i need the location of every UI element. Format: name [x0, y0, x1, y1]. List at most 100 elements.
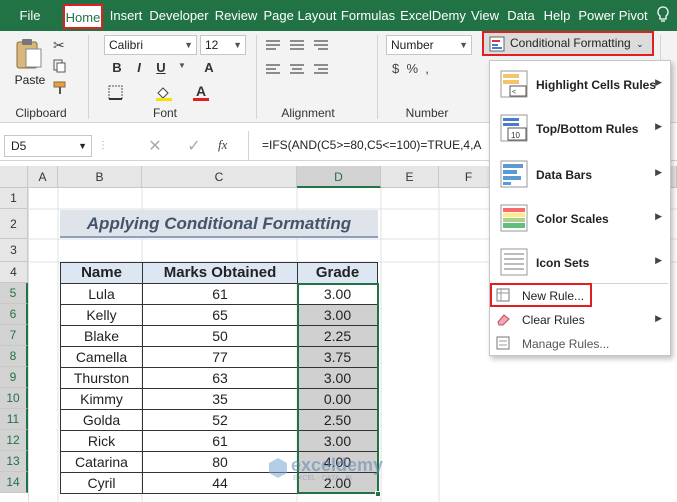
currency-percent-comma-icons[interactable]: $ % ,	[392, 61, 472, 79]
column-header-b[interactable]: B	[58, 166, 142, 188]
enter-icon[interactable]: ✓	[184, 136, 204, 156]
insert-function-icon[interactable]: fx	[218, 137, 238, 157]
row-header[interactable]: 9	[0, 367, 28, 388]
font-name-combo[interactable]: Calibri ▼	[104, 35, 197, 55]
menu-item-icon-sets[interactable]: Icon Sets ▶	[490, 241, 670, 283]
tab-home[interactable]: Home	[63, 4, 103, 29]
grade-cell[interactable]: 3.00	[297, 430, 378, 452]
paste-button[interactable]: Paste	[12, 73, 48, 87]
column-header-a[interactable]: A	[28, 166, 58, 188]
svg-text:<: <	[512, 89, 516, 96]
name-cell[interactable]: Blake	[60, 325, 143, 347]
tab-insert[interactable]: Insert	[107, 0, 145, 31]
tab-data[interactable]: Data	[505, 0, 537, 31]
row-header[interactable]: 10	[0, 388, 28, 409]
select-all-corner[interactable]	[0, 166, 28, 188]
marks-cell[interactable]: 63	[142, 367, 298, 389]
alignment-controls[interactable]	[262, 37, 362, 101]
row-header[interactable]: 5	[0, 283, 28, 304]
menu-label: Data Bars	[536, 168, 593, 182]
tab-exceldemy[interactable]: ExcelDemy	[400, 0, 466, 31]
menu-item-highlight-cells-rules[interactable]: < Highlight Cells Rules ▶	[490, 63, 670, 105]
chevron-down-icon: ⌄	[636, 39, 644, 49]
row-header[interactable]: 2	[0, 209, 28, 239]
tab-file[interactable]: File	[8, 0, 52, 31]
row-header[interactable]: 6	[0, 304, 28, 325]
grade-cell[interactable]: 3.75	[297, 346, 378, 368]
cut-icon[interactable]: ✂	[53, 37, 69, 53]
fill-handle[interactable]	[375, 491, 381, 497]
italic-button[interactable]: I	[130, 59, 148, 77]
marks-cell[interactable]: 35	[142, 388, 298, 410]
grade-cell[interactable]: 0.00	[297, 388, 378, 410]
tab-developer[interactable]: Developer	[149, 0, 209, 31]
number-format-combo[interactable]: Number ▼	[386, 35, 472, 55]
menu-item-new-rule[interactable]: New Rule...	[490, 283, 592, 307]
row-header[interactable]: 7	[0, 325, 28, 346]
borders-icon[interactable]	[108, 85, 128, 101]
grade-cell[interactable]: 2.50	[297, 409, 378, 431]
row-header[interactable]: 12	[0, 430, 28, 451]
grade-cell[interactable]: 2.25	[297, 325, 378, 347]
marks-cell[interactable]: 77	[142, 346, 298, 368]
copy-icon[interactable]	[53, 59, 69, 75]
menu-item-manage-rules[interactable]: Manage Rules...	[490, 333, 670, 355]
row-header[interactable]: 14	[0, 472, 28, 493]
name-cell[interactable]: Cyril	[60, 472, 143, 494]
name-cell[interactable]: Rick	[60, 430, 143, 452]
tab-help[interactable]: Help	[540, 0, 574, 31]
name-box[interactable]: D5 ▼	[4, 135, 92, 157]
column-header-d[interactable]: D	[297, 166, 381, 188]
grow-font-button[interactable]: A	[200, 59, 218, 77]
menu-item-data-bars[interactable]: Data Bars ▶	[490, 153, 670, 195]
name-cell[interactable]: Kelly	[60, 304, 143, 326]
marks-cell[interactable]: 52	[142, 409, 298, 431]
row-header[interactable]: 1	[0, 188, 28, 209]
format-painter-icon[interactable]	[53, 81, 69, 97]
name-cell[interactable]: Lula	[60, 283, 143, 305]
name-cell[interactable]: Thurston	[60, 367, 143, 389]
chevron-down-icon: ▼	[459, 40, 468, 50]
lightbulb-icon[interactable]	[652, 0, 674, 31]
name-cell[interactable]: Golda	[60, 409, 143, 431]
menu-label: Icon Sets	[536, 256, 590, 270]
row-header[interactable]: 8	[0, 346, 28, 367]
menu-item-top-bottom-rules[interactable]: 10 Top/Bottom Rules ▶	[490, 107, 670, 149]
row-header[interactable]: 4	[0, 262, 28, 283]
menu-item-color-scales[interactable]: Color Scales ▶	[490, 197, 670, 239]
row-header[interactable]: 11	[0, 409, 28, 430]
tab-formulas[interactable]: Formulas	[340, 0, 396, 31]
marks-cell[interactable]: 61	[142, 430, 298, 452]
font-size-combo[interactable]: 12 ▼	[200, 35, 246, 55]
formula-input[interactable]: =IFS(AND(C5>=80,C5<=100)=TRUE,4,A	[262, 138, 492, 152]
name-cell[interactable]: Camella	[60, 346, 143, 368]
column-header-e[interactable]: E	[381, 166, 439, 188]
marks-cell[interactable]: 61	[142, 283, 298, 305]
chevron-down-icon[interactable]: ▼	[178, 61, 190, 71]
fill-color-icon[interactable]	[155, 85, 175, 101]
marks-cell[interactable]: 50	[142, 325, 298, 347]
tab-power-pivot[interactable]: Power Pivot	[578, 0, 648, 31]
menu-item-clear-rules[interactable]: Clear Rules ▶	[490, 309, 670, 331]
cancel-icon[interactable]: ✕	[145, 136, 165, 156]
underline-button[interactable]: U	[152, 59, 170, 77]
chevron-down-icon: ▼	[78, 141, 87, 151]
grade-cell[interactable]: 3.00	[297, 304, 378, 326]
conditional-formatting-button[interactable]: Conditional Formatting ⌄	[482, 31, 654, 56]
marks-cell[interactable]: 65	[142, 304, 298, 326]
name-cell[interactable]: Catarina	[60, 451, 143, 473]
tab-review[interactable]: Review	[213, 0, 259, 31]
column-header-c[interactable]: C	[142, 166, 297, 188]
row-header[interactable]: 13	[0, 451, 28, 472]
grade-cell[interactable]: 3.00	[297, 283, 378, 305]
paste-icon[interactable]	[14, 37, 44, 71]
menu-label: Highlight Cells Rules	[536, 78, 657, 92]
tab-page-layout[interactable]: Page Layout	[263, 0, 337, 31]
name-cell[interactable]: Kimmy	[60, 388, 143, 410]
table-header-grade: Grade	[297, 262, 378, 284]
grade-cell[interactable]: 3.00	[297, 367, 378, 389]
row-header[interactable]: 3	[0, 239, 28, 262]
bold-button[interactable]: B	[108, 59, 126, 77]
font-color-icon[interactable]: A	[193, 83, 209, 101]
tab-view[interactable]: View	[469, 0, 501, 31]
